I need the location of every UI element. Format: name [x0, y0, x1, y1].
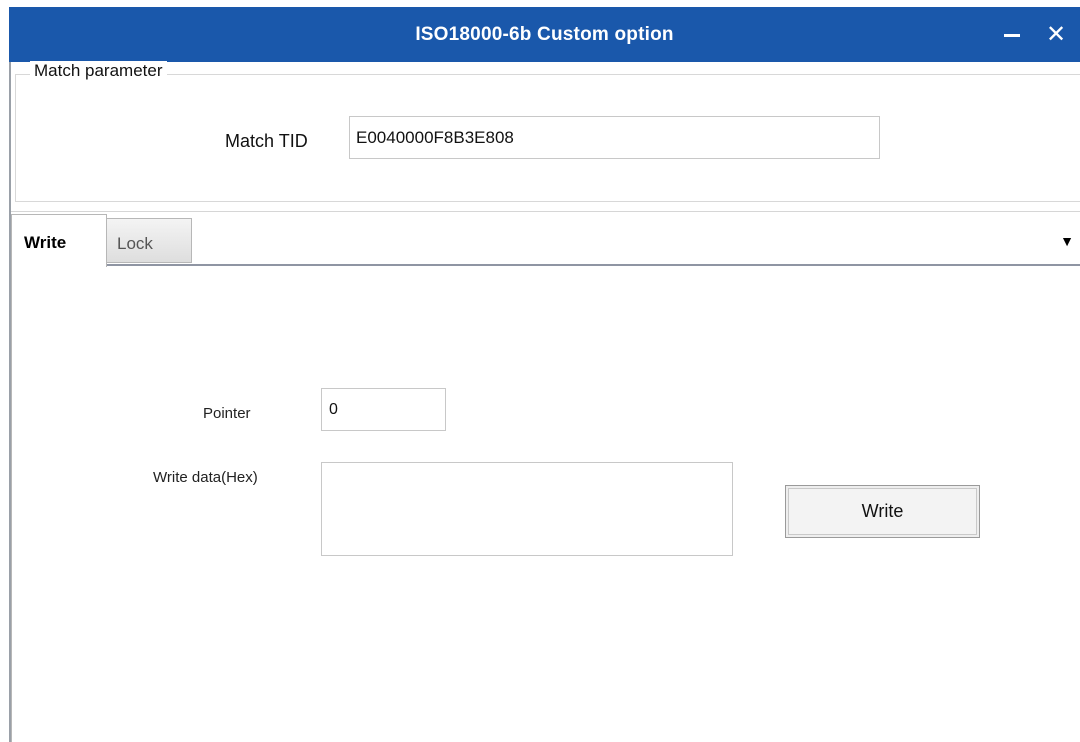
tab-lock[interactable]: Lock: [107, 218, 192, 263]
title-bar[interactable]: ISO18000-6b Custom option ✕: [9, 7, 1080, 62]
minimize-button[interactable]: [992, 7, 1032, 62]
write-data-label: Write data(Hex): [153, 469, 258, 486]
section-divider: [11, 211, 1080, 212]
match-tid-label: Match TID: [225, 131, 308, 151]
pointer-input[interactable]: [321, 388, 446, 431]
tab-write[interactable]: Write: [11, 214, 107, 267]
close-icon: ✕: [1045, 21, 1067, 48]
minimize-icon: [1004, 34, 1020, 38]
pointer-label: Pointer: [203, 405, 251, 422]
custom-option-window: ISO18000-6b Custom option ✕ Match parame…: [0, 0, 1080, 742]
match-tid-input[interactable]: [349, 116, 880, 159]
write-button[interactable]: Write: [785, 485, 980, 538]
window-title: ISO18000-6b Custom option: [415, 24, 674, 45]
close-button[interactable]: ✕: [1036, 7, 1076, 62]
match-parameter-legend: Match parameter: [30, 61, 167, 81]
tab-list-dropdown-icon[interactable]: ▼: [1054, 228, 1080, 254]
write-data-input[interactable]: [321, 462, 733, 556]
